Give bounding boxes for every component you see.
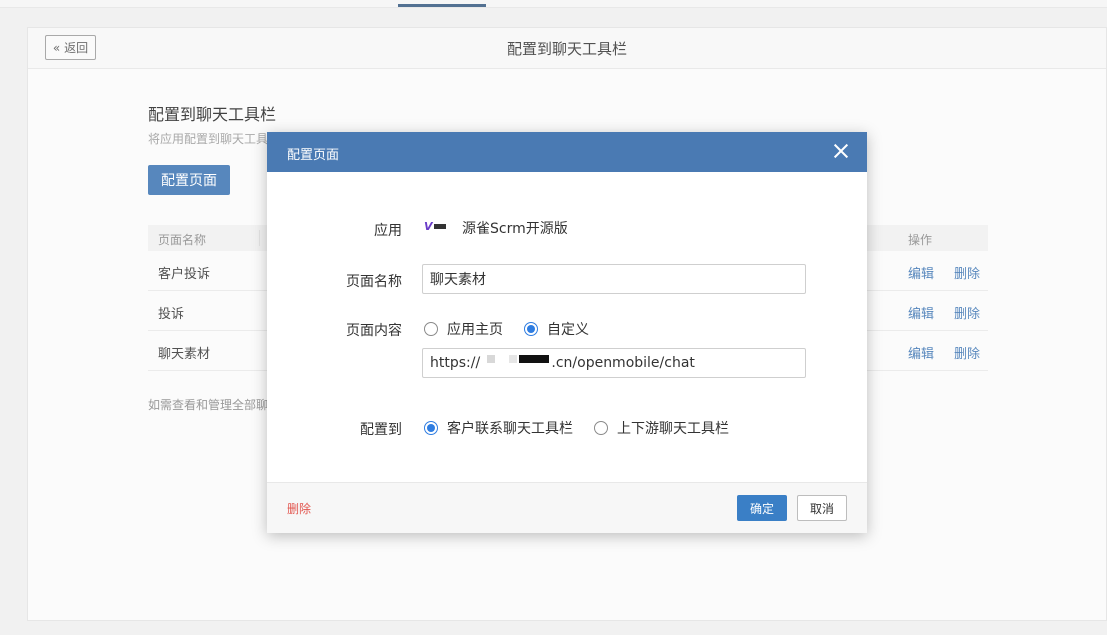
radio-label: 应用主页 <box>447 322 503 338</box>
delete-button[interactable]: 删除 <box>287 500 311 517</box>
confirm-button[interactable]: 确定 <box>737 495 787 521</box>
redaction-mark <box>509 355 517 363</box>
cancel-button[interactable]: 取消 <box>797 495 847 521</box>
app-label: 应用 <box>374 223 402 239</box>
page-name-label: 页面名称 <box>346 274 402 290</box>
radio-app-home[interactable]: 应用主页 <box>424 319 503 339</box>
page-name-input[interactable] <box>422 264 806 294</box>
dialog-footer: 删除 确定 取消 <box>267 482 867 533</box>
redaction-mark <box>487 355 495 363</box>
config-page-dialog: 配置页面 应用 V 源雀Scrm开源版 页面名称 页面内容 应用主页 自定义 配… <box>267 132 867 533</box>
radio-custom[interactable]: 自定义 <box>524 319 589 339</box>
app-logo-icon: V <box>424 219 450 233</box>
config-to-label: 配置到 <box>360 422 402 438</box>
redaction-mark <box>519 355 549 363</box>
radio-upstream-toolbar[interactable]: 上下游聊天工具栏 <box>594 418 729 438</box>
dialog-title: 配置页面 <box>287 148 340 163</box>
close-icon[interactable] <box>833 143 849 159</box>
page-content-label: 页面内容 <box>346 323 402 339</box>
radio-label: 自定义 <box>547 322 589 338</box>
radio-circle <box>524 322 538 336</box>
app-name: 源雀Scrm开源版 <box>462 221 568 237</box>
radio-label: 上下游聊天工具栏 <box>617 421 729 437</box>
radio-circle <box>594 421 608 435</box>
url-input[interactable] <box>422 348 806 378</box>
dialog-header: 配置页面 <box>267 132 867 172</box>
radio-label: 客户联系聊天工具栏 <box>447 421 573 437</box>
radio-circle <box>424 322 438 336</box>
radio-customer-toolbar[interactable]: 客户联系聊天工具栏 <box>424 418 573 438</box>
radio-circle <box>424 421 438 435</box>
